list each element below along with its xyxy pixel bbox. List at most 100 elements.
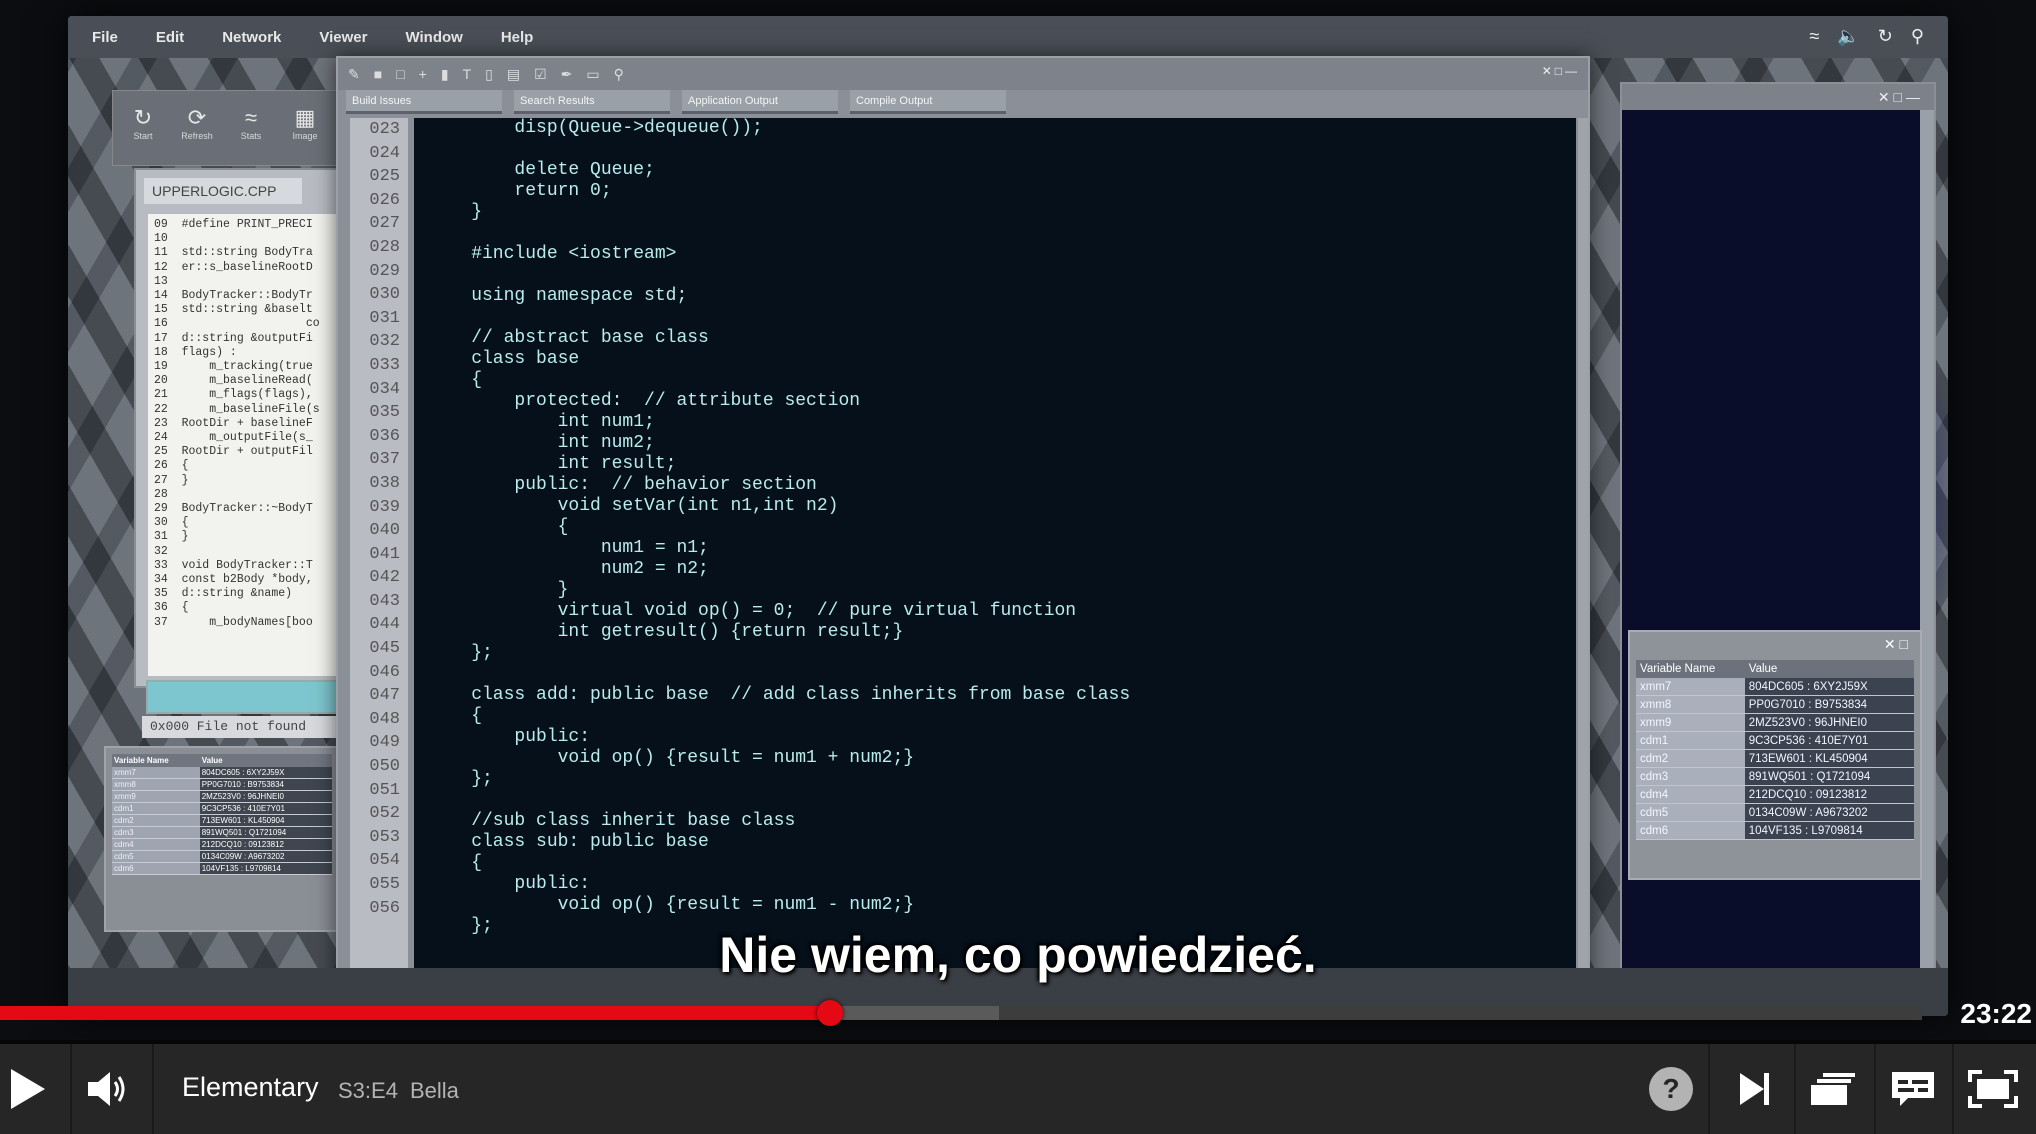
status-message: 0x000 File not found xyxy=(142,716,354,738)
code-line: public: // behavior section xyxy=(428,475,817,495)
line-number: 049 xyxy=(369,733,400,753)
variable-row: xmm9 2MZ523V0 : 96JHNEI0 xyxy=(1636,713,1914,732)
volume-button[interactable] xyxy=(84,1066,134,1112)
fullscreen-button[interactable] xyxy=(1968,1066,2018,1112)
code-line: class sub: public base xyxy=(428,832,709,852)
play-button[interactable] xyxy=(2,1066,52,1112)
code-line: void setVar(int n1,int n2) xyxy=(428,496,839,516)
help-button[interactable]: ? xyxy=(1646,1066,1696,1112)
line-number: 032 xyxy=(369,332,400,352)
variable-name: xmm8 xyxy=(112,778,200,791)
svg-text:?: ? xyxy=(1662,1073,1679,1104)
line-number: 056 xyxy=(369,898,400,918)
variable-value: 804DC605 : 6XY2J59X xyxy=(199,767,332,779)
variable-row: cdm5 0134C09W : A9673202 xyxy=(112,850,332,863)
window-controls-vars: ✕□ xyxy=(1883,636,1912,652)
list-icon: ▤ xyxy=(506,65,521,82)
line-number: 055 xyxy=(369,875,400,894)
code-line: protected: // attribute section xyxy=(428,391,861,411)
line-number: 044 xyxy=(369,615,400,635)
divider xyxy=(1874,1044,1876,1134)
episodes-button[interactable] xyxy=(1808,1066,1858,1112)
file-tab: UPPERLOGIC.CPP xyxy=(144,178,302,204)
text-icon: T xyxy=(462,66,472,82)
variable-name: cdm2 xyxy=(112,814,200,827)
code-line: disp(Queue->dequeue()); xyxy=(428,118,763,138)
variable-row: cdm1 9C3CP536 : 410E7Y01 xyxy=(1636,731,1914,750)
variable-name: cdm5 xyxy=(1636,803,1745,822)
menu-item: Window xyxy=(405,28,463,46)
code-line: } xyxy=(428,202,483,222)
line-number: 029 xyxy=(369,261,400,281)
line-number: 034 xyxy=(369,379,400,399)
variable-row: xmm8 PP0G7010 : B9753834 xyxy=(112,778,332,791)
line-number: 031 xyxy=(369,308,400,328)
variable-name: cdm5 xyxy=(112,850,200,863)
variable-row: cdm3 891WQ501 : Q1721094 xyxy=(112,826,332,839)
fullscreen-icon xyxy=(1968,1070,2018,1108)
video-frame[interactable]: File Edit Network Viewer Window Help ≈ 🔈 ↻ ⚲ … xyxy=(0,0,2036,1040)
player-controls: Elementary S3:E4 Bella ? xyxy=(0,1044,2036,1134)
line-number: 033 xyxy=(369,355,400,375)
help-icon: ? xyxy=(1649,1067,1693,1111)
editor-tab: Build Issues xyxy=(346,90,502,114)
code-line: num1 = n1; xyxy=(428,538,709,558)
code-line: virtual void op() = 0; // pure virtual f… xyxy=(428,601,1077,621)
code-line: class add: public base // add class inhe… xyxy=(428,685,1131,705)
variable-value: 212DCQ10 : 09123812 xyxy=(1744,785,1914,804)
variables-panel: ✕□ Variable Name Value xmm7 804DC605 : 6X… xyxy=(1628,630,1922,880)
monitor-screen: File Edit Network Viewer Window Help ≈ 🔈 ↻ ⚲ … xyxy=(68,16,1948,1016)
variable-name: cdm1 xyxy=(1636,731,1745,750)
volume-icon xyxy=(88,1072,125,1106)
system-tray: ≈ 🔈 ↻ ⚲ xyxy=(1809,26,1924,47)
copy-icon: □ xyxy=(396,66,405,82)
tool-icon: ⟳ xyxy=(187,105,207,130)
divider xyxy=(1952,1044,1954,1134)
code-line: void op() {result = num1 + num2;} xyxy=(428,748,915,768)
code-line: { xyxy=(428,853,483,873)
tool-button-label: Refresh xyxy=(181,131,213,141)
code-line: }; xyxy=(428,769,493,789)
variable-name: cdm6 xyxy=(112,862,200,875)
variable-value: 212DCQ10 : 09123812 xyxy=(199,838,332,851)
header-value: Value xyxy=(1744,660,1914,678)
line-number: 023 xyxy=(369,120,400,139)
episode-code: S3:E4 xyxy=(338,1078,398,1103)
pencil-icon: ✎ xyxy=(348,65,360,82)
window-controls: ✕□— xyxy=(1541,64,1580,78)
variable-row: cdm6 104VF135 : L9709814 xyxy=(1636,821,1914,840)
page-icon: ▯ xyxy=(485,65,493,82)
editor-tab: Search Results xyxy=(514,90,670,114)
tool-icon: ▦ xyxy=(294,105,316,130)
variables-table-small: Variable Name Value xmm7 804DC605 : 6XY2J… xyxy=(112,754,332,875)
variable-row: xmm7 804DC605 : 6XY2J59X xyxy=(112,767,332,779)
episodes-icon xyxy=(1811,1073,1855,1105)
line-number: 047 xyxy=(369,686,400,706)
code-line: using namespace std; xyxy=(428,286,688,306)
variable-value: 0134C09W : A9673202 xyxy=(1744,803,1914,822)
line-number: 053 xyxy=(369,827,400,847)
variable-name: xmm9 xyxy=(1636,713,1745,732)
progress-bar[interactable] xyxy=(0,1000,1922,1026)
variable-value: 713EW601 : KL450904 xyxy=(199,814,332,827)
code-line: // abstract base class xyxy=(428,328,709,348)
subtitle: Nie wiem, co powiedzieć. xyxy=(719,927,1317,983)
variable-row: cdm6 104VF135 : L9709814 xyxy=(112,862,332,875)
code-line: //sub class inherit base class xyxy=(428,811,796,831)
subtitles-button[interactable] xyxy=(1888,1066,1938,1112)
code-line: void op() {result = num1 - num2;} xyxy=(428,895,915,915)
variable-value: 891WQ501 : Q1721094 xyxy=(199,826,332,839)
next-episode-button[interactable] xyxy=(1730,1066,1780,1112)
variable-name: xmm8 xyxy=(1636,695,1745,714)
line-number: 041 xyxy=(369,544,400,564)
menu-item: Viewer xyxy=(319,28,368,46)
variable-value: 2MZ523V0 : 96JHNEI0 xyxy=(199,790,332,803)
buffered-bar xyxy=(830,1006,1000,1020)
next-episode-icon xyxy=(1740,1073,1769,1105)
divider xyxy=(152,1044,154,1134)
variable-row: cdm2 713EW601 : KL450904 xyxy=(112,814,332,827)
tool-button: ⟳ Refresh xyxy=(177,105,217,165)
divider xyxy=(1708,1044,1710,1134)
code-line: int num1; xyxy=(428,412,655,432)
